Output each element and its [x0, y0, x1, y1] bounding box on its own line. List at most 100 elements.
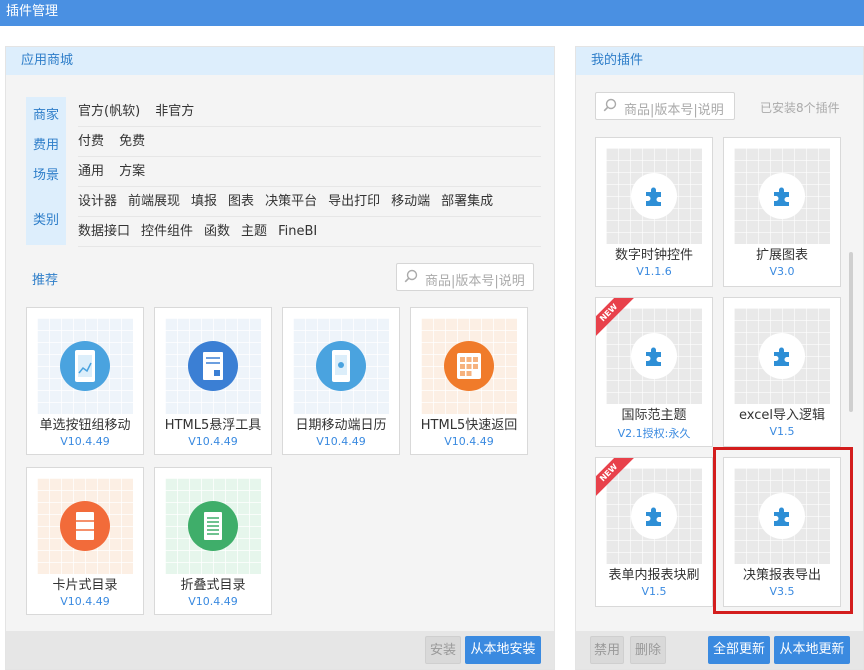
mobile-calendar-icon	[316, 341, 366, 391]
filter-option[interactable]: 导出打印	[328, 194, 380, 209]
filter-option[interactable]: 付费	[78, 134, 104, 149]
puzzle-icon	[631, 173, 677, 219]
plugin-thumbnail	[165, 478, 261, 574]
local-update-button[interactable]: 从本地更新	[774, 636, 850, 664]
plugin-name: 国际范主题	[621, 408, 687, 423]
delete-button[interactable]: 删除	[630, 636, 666, 664]
card-list-icon	[60, 501, 110, 551]
local-install-button[interactable]: 从本地安装	[465, 636, 541, 664]
search-placeholder: 商品|版本号|说明	[624, 103, 724, 118]
filter-row-type-2: 数据接口 控件组件 函数 主题 FineBI	[78, 217, 541, 247]
plugin-version: V3.0	[769, 265, 795, 278]
plugin-thumbnail	[421, 318, 517, 414]
plugin-thumbnail	[37, 318, 133, 414]
filter-option[interactable]: 填报	[191, 194, 217, 209]
plugin-name: 数字时钟控件	[614, 248, 693, 263]
plugin-version: V10.4.49	[444, 435, 494, 448]
filter-option[interactable]: 图表	[228, 194, 254, 209]
filter-option[interactable]: 前端展现	[128, 194, 180, 209]
plugin-name: 日期移动端日历	[295, 418, 387, 433]
filter-option[interactable]: 数据接口	[78, 224, 130, 239]
filter-row-scene: 通用 方案	[78, 157, 541, 187]
filter-category-scene: 场景	[32, 168, 59, 183]
my-plugin-card[interactable]: excel导入逻辑 V1.5	[723, 297, 841, 447]
plugin-version: V10.4.49	[60, 435, 110, 448]
filter-option[interactable]: 决策平台	[265, 194, 317, 209]
store-plugin-card[interactable]: HTML5悬浮工具 V10.4.49	[154, 307, 272, 455]
filter-row-vendor: 官方(帆软) 非官方	[78, 97, 541, 127]
filter-option[interactable]: 设计器	[78, 194, 117, 209]
search-icon	[603, 98, 617, 112]
store-plugin-card[interactable]: HTML5快速返回 V10.4.49	[410, 307, 528, 455]
my-plugin-card[interactable]: NEW 国际范主题 V2.1授权:永久	[595, 297, 713, 447]
my-plugins-header: 我的插件	[576, 47, 863, 75]
installed-count: 已安装8个插件	[760, 101, 840, 115]
filter-category-type: 类别	[32, 213, 59, 228]
plugin-thumbnail	[734, 148, 830, 244]
plugin-version: V1.5	[641, 585, 667, 598]
plugin-thumbnail	[606, 148, 702, 244]
my-plugin-card[interactable]: 数字时钟控件 V1.1.6	[595, 137, 713, 287]
plugin-name: 单选按钮组移动	[39, 418, 131, 433]
filter-category-vendor: 商家	[32, 108, 59, 123]
my-plugin-card[interactable]: NEW 表单内报表块刷 V1.5	[595, 457, 713, 607]
filter-row-fee: 付费 免费	[78, 127, 541, 157]
document-icon	[188, 341, 238, 391]
grid-back-icon	[444, 341, 494, 391]
puzzle-icon	[631, 333, 677, 379]
plugin-name: 表单内报表块刷	[608, 568, 700, 583]
search-icon	[404, 269, 418, 283]
app-store-header: 应用商城	[6, 47, 554, 75]
highlight-box	[713, 447, 853, 614]
filter-category-fee: 费用	[32, 138, 59, 153]
filter-category-column: 商家 费用 场景 类别	[26, 97, 66, 245]
store-plugin-card[interactable]: 单选按钮组移动 V10.4.49	[26, 307, 144, 455]
filter-option[interactable]: 主题	[241, 224, 267, 239]
filter-row-type-1: 设计器 前端展现 填报 图表 决策平台 导出打印 移动端 部署集成	[78, 187, 541, 217]
install-button[interactable]: 安装	[425, 636, 461, 664]
plugin-version: V1.1.6	[636, 265, 672, 278]
filter-option[interactable]: 控件组件	[141, 224, 193, 239]
plugin-name: 折叠式目录	[180, 578, 246, 593]
folded-list-icon	[188, 501, 238, 551]
plugin-version: V10.4.49	[316, 435, 366, 448]
plugin-name: 卡片式目录	[52, 578, 118, 593]
app-store-panel: 应用商城 商家 费用 场景 类别 官方(帆软) 非官方 付费 免费 通用 方案 …	[5, 46, 555, 670]
mobile-chart-icon	[60, 341, 110, 391]
filter-option[interactable]: 非官方	[155, 104, 194, 119]
plugin-version: V10.4.49	[188, 595, 238, 608]
filter-option[interactable]: 官方(帆软)	[78, 104, 140, 119]
search-placeholder: 商品|版本号|说明	[425, 274, 525, 289]
plugin-version: V10.4.49	[60, 595, 110, 608]
plugin-version: V1.5	[769, 425, 795, 438]
store-search-input[interactable]: 商品|版本号|说明	[396, 263, 534, 291]
my-plugin-card[interactable]: 扩展图表 V3.0	[723, 137, 841, 287]
filter-option[interactable]: 免费	[119, 134, 145, 149]
scrollbar-thumb[interactable]	[849, 252, 853, 412]
store-plugin-card[interactable]: 日期移动端日历 V10.4.49	[282, 307, 400, 455]
filter-option[interactable]: 函数	[204, 224, 230, 239]
store-plugin-card[interactable]: 折叠式目录 V10.4.49	[154, 467, 272, 615]
filter-option[interactable]: 移动端	[391, 194, 430, 209]
filter-option[interactable]: 部署集成	[441, 194, 493, 209]
plugin-name: 扩展图表	[755, 248, 808, 263]
plugin-thumbnail	[606, 308, 702, 404]
plugin-name: excel导入逻辑	[739, 408, 825, 423]
plugin-name: HTML5快速返回	[420, 418, 518, 433]
puzzle-icon	[759, 173, 805, 219]
window-title: 插件管理	[0, 0, 864, 26]
filter-option[interactable]: 通用	[78, 164, 104, 179]
plugin-thumbnail	[606, 468, 702, 564]
puzzle-icon	[631, 493, 677, 539]
update-all-button[interactable]: 全部更新	[708, 636, 770, 664]
plugin-thumbnail	[293, 318, 389, 414]
disable-button[interactable]: 禁用	[590, 636, 624, 664]
my-plugins-search-input[interactable]: 商品|版本号|说明	[595, 92, 735, 120]
puzzle-icon	[759, 333, 805, 379]
store-plugin-card[interactable]: 卡片式目录 V10.4.49	[26, 467, 144, 615]
filter-option[interactable]: FineBI	[278, 224, 317, 239]
plugin-thumbnail	[165, 318, 261, 414]
plugin-name: HTML5悬浮工具	[164, 418, 262, 433]
plugin-version: V2.1授权:永久	[617, 427, 691, 440]
filter-option[interactable]: 方案	[119, 164, 145, 179]
